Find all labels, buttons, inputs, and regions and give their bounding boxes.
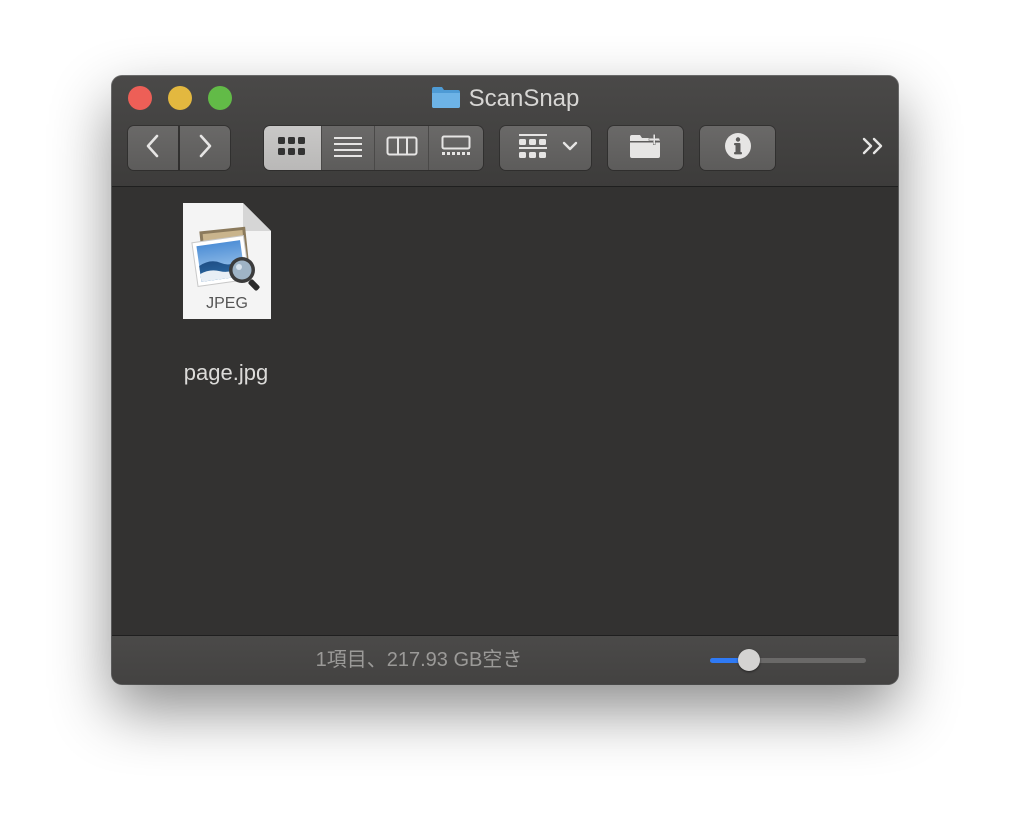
column-view-button[interactable] [375, 126, 430, 170]
forward-button[interactable] [180, 126, 230, 170]
finder-window: ScanSnap JPEG page.jpg 1項目、217.93 GB空き [112, 76, 898, 684]
list-view-button[interactable] [321, 126, 376, 170]
status-bar: 1項目、217.93 GB空き [112, 635, 898, 684]
info-icon [723, 131, 753, 166]
icon-size-slider[interactable] [710, 649, 866, 671]
window-title-text: ScanSnap [468, 85, 580, 112]
grid-icon [277, 135, 307, 162]
group-icon [518, 133, 548, 164]
window-title: ScanSnap [112, 84, 898, 117]
new-folder-button[interactable] [608, 126, 683, 170]
chevron-left-icon [143, 133, 163, 164]
toolbar-overflow-button[interactable] [856, 128, 890, 168]
columns-icon [386, 135, 418, 162]
new-folder-icon [628, 132, 664, 165]
file-name[interactable]: page.jpg [164, 359, 288, 387]
gallery-view-button[interactable] [429, 126, 483, 170]
group-by-button[interactable] [500, 126, 591, 170]
chevron-down-icon [562, 139, 578, 157]
titlebar: ScanSnap [112, 76, 898, 187]
back-button[interactable] [128, 126, 178, 170]
slider-knob[interactable] [738, 649, 760, 671]
gallery-icon [440, 135, 472, 162]
double-chevron-right-icon [860, 135, 886, 162]
status-text: 1項目、217.93 GB空き [315, 649, 523, 671]
folder-icon [431, 85, 461, 117]
chevron-right-icon [195, 133, 215, 164]
file-browser-content: JPEG page.jpg [112, 187, 898, 635]
file-type-label: JPEG [206, 295, 248, 312]
view-mode-control [264, 126, 483, 170]
icon-view-button[interactable] [264, 126, 322, 170]
list-icon [333, 135, 363, 162]
get-info-button[interactable] [700, 126, 775, 170]
